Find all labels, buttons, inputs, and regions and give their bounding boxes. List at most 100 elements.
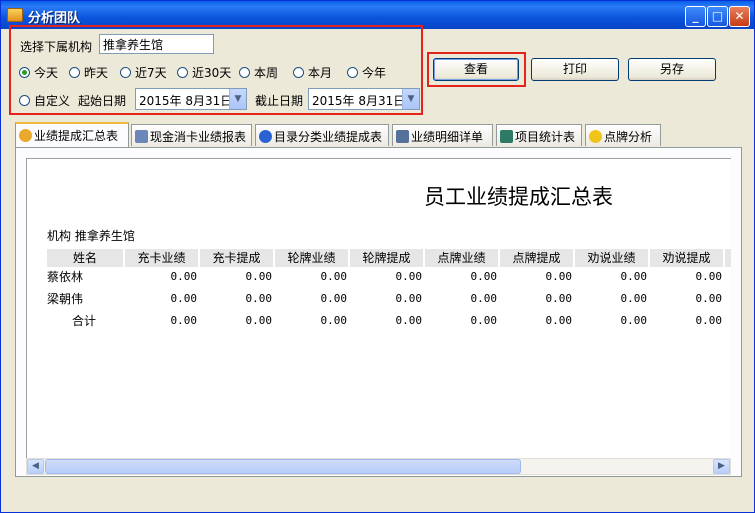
value-cell: 0.00 <box>245 292 273 305</box>
scroll-left-icon[interactable]: ◀ <box>27 459 44 474</box>
analysis-team-window: 分析团队 _ □ ✕ 选择下属机构 推拿养生馆 今天 昨天 近7天 近30天 本… <box>0 0 755 513</box>
value-cell: 0.00 <box>170 292 198 305</box>
period-radio-this-year[interactable]: 今年 <box>347 64 386 81</box>
column-header: 轮牌业绩 <box>275 249 349 267</box>
radio-selected-icon <box>19 67 30 78</box>
period-radio-30days[interactable]: 近30天 <box>177 64 231 81</box>
horizontal-scrollbar[interactable]: ◀ ▶ <box>26 458 731 475</box>
row-name-cell: 合计 <box>72 314 97 328</box>
smiley-icon <box>589 130 602 143</box>
radio-icon <box>19 95 30 106</box>
period-label: 本周 <box>254 66 279 80</box>
value-cell: 0.00 <box>470 314 498 327</box>
value-cell: 0.00 <box>620 270 648 283</box>
value-cell: 0.00 <box>395 314 423 327</box>
value-cell: 0.00 <box>620 314 648 327</box>
print-button[interactable]: 打印 <box>531 58 619 81</box>
column-header: 轮牌提成 <box>350 249 424 267</box>
row-name-cell: 蔡依林 <box>47 270 84 284</box>
period-label: 自定义 <box>34 94 71 108</box>
column-header: 劝说提成 <box>650 249 724 267</box>
value-cell: 0.00 <box>620 292 648 305</box>
value-cell: 0.00 <box>320 292 348 305</box>
start-date-label: 起始日期 <box>78 94 127 108</box>
value-cell: 0.00 <box>245 314 273 327</box>
scrollbar-thumb[interactable] <box>45 459 521 474</box>
value-cell: 0.00 <box>395 292 423 305</box>
end-date-label: 截止日期 <box>255 94 304 108</box>
radio-icon <box>239 67 250 78</box>
chevron-down-icon[interactable]: ▼ <box>229 89 246 109</box>
value-cell: 0.00 <box>470 270 498 283</box>
info-icon <box>259 130 272 143</box>
grid-icon <box>500 130 513 143</box>
value-cell: 0.00 <box>470 292 498 305</box>
tools-icon <box>396 130 409 143</box>
period-label: 本月 <box>308 66 333 80</box>
org-input[interactable]: 推拿养生馆 <box>99 34 214 54</box>
tab-cash-card-report[interactable]: 现金消卡业绩报表 <box>131 124 252 146</box>
column-header: 点牌提成 <box>500 249 574 267</box>
period-label: 近7天 <box>135 66 167 80</box>
period-label: 今天 <box>34 66 59 80</box>
view-button[interactable]: 查看 <box>433 58 519 81</box>
value-cell: 0.00 <box>695 292 723 305</box>
period-label: 昨天 <box>84 66 109 80</box>
tab-label: 现金消卡业绩报表 <box>150 130 247 144</box>
close-button[interactable]: ✕ <box>729 6 750 27</box>
radio-icon <box>293 67 304 78</box>
maximize-button[interactable]: □ <box>707 6 728 27</box>
value-cell: 0.00 <box>320 270 348 283</box>
window-title: 分析团队 <box>28 11 81 26</box>
tab-performance-detail[interactable]: 业绩明细详单 <box>392 124 493 146</box>
period-radio-today[interactable]: 今天 <box>19 64 58 81</box>
end-date-value: 2015年 8月31日 <box>312 94 406 108</box>
column-header: 充卡提成 <box>200 249 274 267</box>
report-view: 员工业绩提成汇总表 机构 推拿养生馆 姓名 充卡业绩 充卡提成 轮牌业绩 轮牌提… <box>26 158 731 458</box>
org-label: 选择下属机构 <box>20 40 93 54</box>
tab-label: 点牌分析 <box>604 130 653 144</box>
period-radio-this-month[interactable]: 本月 <box>293 64 332 81</box>
column-header: 劝说业绩 <box>575 249 649 267</box>
tab-category-report[interactable]: 目录分类业绩提成表 <box>255 124 389 146</box>
tab-point-analysis[interactable]: 点牌分析 <box>585 124 661 146</box>
tab-item-statistics[interactable]: 项目统计表 <box>496 124 582 146</box>
value-cell: 0.00 <box>695 270 723 283</box>
column-header-name: 姓名 <box>47 249 124 267</box>
period-radio-custom[interactable]: 自定义 <box>19 92 70 109</box>
value-cell: 0.00 <box>170 270 198 283</box>
radio-icon <box>177 67 188 78</box>
value-cell: 0.00 <box>170 314 198 327</box>
period-radio-7days[interactable]: 近7天 <box>120 64 167 81</box>
tab-label: 业绩提成汇总表 <box>34 129 119 143</box>
tab-performance-summary[interactable]: 业绩提成汇总表 <box>15 122 129 147</box>
app-icon <box>7 8 23 22</box>
value-cell: 0.00 <box>545 314 573 327</box>
summary-icon <box>19 129 32 142</box>
radio-icon <box>120 67 131 78</box>
scroll-right-icon[interactable]: ▶ <box>713 459 730 474</box>
tab-label: 目录分类业绩提成表 <box>274 130 383 144</box>
start-date-value: 2015年 8月31日 <box>139 94 233 108</box>
radio-icon <box>69 67 80 78</box>
period-label: 近30天 <box>192 66 232 80</box>
tab-label: 业绩明细详单 <box>411 130 484 144</box>
minimize-button[interactable]: _ <box>685 6 706 27</box>
period-radio-yesterday[interactable]: 昨天 <box>69 64 108 81</box>
save-as-button[interactable]: 另存 <box>628 58 716 81</box>
radio-icon <box>347 67 358 78</box>
column-header: 点牌业绩 <box>425 249 499 267</box>
value-cell: 0.00 <box>245 270 273 283</box>
value-cell: 0.00 <box>545 292 573 305</box>
value-cell: 0.00 <box>695 314 723 327</box>
report-title: 员工业绩提成汇总表 <box>424 185 613 209</box>
value-cell: 0.00 <box>395 270 423 283</box>
column-header: 销 <box>725 249 731 267</box>
start-date-picker[interactable]: 2015年 8月31日 ▼ <box>135 88 247 110</box>
row-name-cell: 梁朝伟 <box>47 292 84 306</box>
period-radio-this-week[interactable]: 本周 <box>239 64 278 81</box>
end-date-picker[interactable]: 2015年 8月31日 ▼ <box>308 88 420 110</box>
report-panel: 员工业绩提成汇总表 机构 推拿养生馆 姓名 充卡业绩 充卡提成 轮牌业绩 轮牌提… <box>15 147 742 477</box>
chevron-down-icon[interactable]: ▼ <box>402 89 419 109</box>
column-header: 充卡业绩 <box>125 249 199 267</box>
